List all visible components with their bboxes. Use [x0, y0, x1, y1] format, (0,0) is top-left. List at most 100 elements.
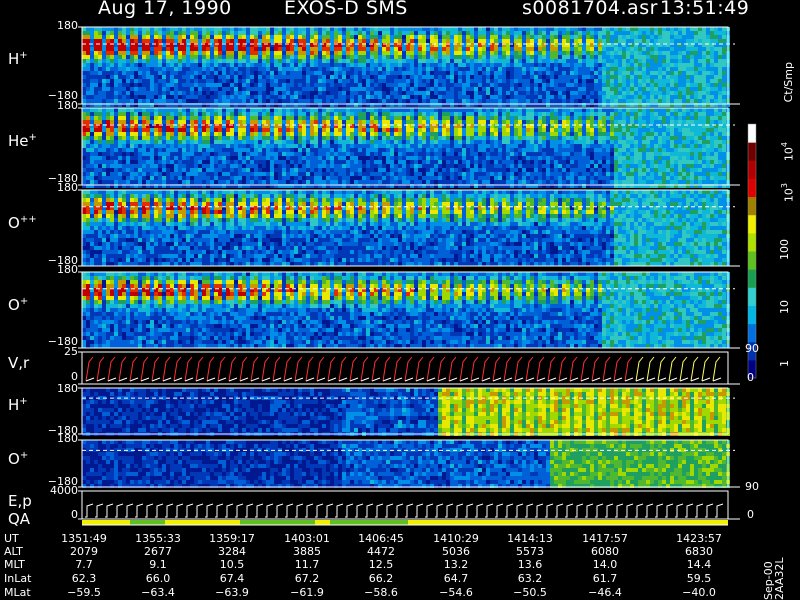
heatmap-h-plus-cell	[434, 39, 438, 43]
heatmap-he-plus-cell	[330, 116, 334, 120]
heatmap-h-plus-cell	[214, 35, 218, 39]
heatmap-h-plus-cell	[354, 27, 358, 31]
heatmap-he-plus-cell	[290, 176, 294, 180]
heatmap-he-plus-cell	[126, 132, 130, 136]
heatmap-h-plus-cell	[514, 31, 518, 35]
heatmap-he-plus-cell	[250, 116, 254, 120]
heatmap-he-plus-cell	[422, 116, 426, 120]
heatmap-h-plus-cell	[542, 75, 546, 79]
heatmap-he-plus-cell	[106, 132, 110, 136]
heatmap-h-plus-cell	[310, 47, 314, 51]
heatmap-he-plus-cell	[238, 128, 242, 132]
heatmap-h-plus-cell	[378, 39, 382, 43]
heatmap-h-plus-cell	[150, 35, 154, 39]
heatmap-h-plus-cell	[554, 47, 558, 51]
heatmap-h-plus-cell	[614, 47, 618, 51]
heatmap-he-plus-cell	[118, 132, 122, 136]
heatmap-he-plus-cell	[310, 160, 314, 164]
heatmap-h-plus-cell	[722, 75, 726, 79]
heatmap-h-plus-cell	[98, 67, 102, 71]
heatmap-he-plus-cell	[362, 116, 366, 120]
heatmap-h-plus-cell	[582, 83, 586, 87]
heatmap-h-plus-cell	[662, 27, 666, 31]
heatmap-he-plus-cell	[374, 108, 378, 112]
heatmap-h-plus-cell	[246, 47, 250, 51]
heatmap-h-plus-cell	[406, 59, 410, 63]
heatmap-he-plus-cell	[138, 116, 142, 120]
heatmap-h-plus-cell	[686, 47, 690, 51]
heatmap-h-plus-cell	[578, 39, 582, 43]
heatmap-h-plus-cell	[602, 67, 606, 71]
heatmap-h-plus-cell	[486, 83, 490, 87]
heatmap-h-plus-cell	[658, 27, 662, 31]
heatmap-he-plus-cell	[174, 112, 178, 116]
heatmap-h-plus-cell	[674, 87, 678, 91]
heatmap-h-plus-cell	[654, 59, 658, 63]
heatmap-h-plus-cell	[178, 39, 182, 43]
heatmap-he-plus-cell	[138, 156, 142, 160]
heatmap-h-plus-cell	[226, 59, 230, 63]
heatmap-he-plus-cell	[330, 108, 334, 112]
heatmap-h-plus-cell	[266, 71, 270, 75]
heatmap-h-plus-cell	[162, 91, 166, 95]
heatmap-h-plus-cell	[154, 39, 158, 43]
heatmap-he-plus-cell	[370, 176, 374, 180]
heatmap-h-plus-cell	[322, 87, 326, 91]
heatmap-h-plus-cell	[94, 95, 98, 99]
heatmap-h-plus-cell	[418, 99, 422, 103]
heatmap-he-plus-cell	[418, 172, 422, 176]
heatmap-h-plus-cell	[310, 87, 314, 91]
heatmap-he-plus-cell	[254, 160, 258, 164]
heatmap-h-plus-cell	[686, 59, 690, 63]
heatmap-he-plus-cell	[386, 148, 390, 152]
heatmap-he-plus-cell	[178, 172, 182, 176]
heatmap-h-plus-cell	[402, 35, 406, 39]
heatmap-h-plus-cell	[446, 47, 450, 51]
heatmap-he-plus-cell	[382, 128, 386, 132]
heatmap-he-plus-cell	[342, 172, 346, 176]
heatmap-h-plus-cell	[590, 51, 594, 55]
heatmap-he-plus-cell	[134, 148, 138, 152]
heatmap-h-plus-cell	[298, 63, 302, 67]
heatmap-he-plus-cell	[82, 140, 86, 144]
heatmap-he-plus-cell	[142, 164, 146, 168]
heatmap-he-plus-cell	[90, 120, 94, 124]
heatmap-h-plus-cell	[722, 31, 726, 35]
heatmap-he-plus-cell	[158, 120, 162, 124]
heatmap-h-plus-cell	[490, 35, 494, 39]
heatmap-h-plus-cell	[622, 83, 626, 87]
heatmap-h-plus-cell	[122, 79, 126, 83]
heatmap-h-plus-cell	[114, 31, 118, 35]
heatmap-h-plus-cell	[118, 27, 122, 31]
heatmap-h-plus-cell	[354, 99, 358, 103]
heatmap-he-plus-cell	[350, 132, 354, 136]
heatmap-he-plus-cell	[242, 112, 246, 116]
heatmap-h-plus-cell	[378, 47, 382, 51]
heatmap-he-plus-cell	[374, 140, 378, 144]
heatmap-h-plus-cell	[142, 91, 146, 95]
heatmap-he-plus-cell	[426, 112, 430, 116]
heatmap-he-plus-cell	[182, 180, 186, 184]
heatmap-h-plus-cell	[462, 39, 466, 43]
heatmap-h-plus-cell	[134, 91, 138, 95]
heatmap-h-plus-cell	[234, 31, 238, 35]
heatmap-h-plus-cell	[518, 39, 522, 43]
heatmap-h-plus-cell	[318, 87, 322, 91]
heatmap-h-plus-cell	[190, 95, 194, 99]
heatmap-he-plus-cell	[170, 136, 174, 140]
heatmap-he-plus-cell	[286, 132, 290, 136]
heatmap-he-plus-cell	[314, 144, 318, 148]
heatmap-h-plus-cell	[622, 63, 626, 67]
heatmap-h-plus-cell	[226, 87, 230, 91]
heatmap-h-plus-cell	[634, 99, 638, 103]
heatmap-h-plus-cell	[374, 91, 378, 95]
heatmap-h-plus-cell	[378, 51, 382, 55]
heatmap-h-plus-cell	[590, 47, 594, 51]
heatmap-he-plus-cell	[186, 180, 190, 184]
heatmap-h-plus-cell	[718, 47, 722, 51]
heatmap-he-plus-cell	[210, 180, 214, 184]
heatmap-h-plus-cell	[662, 79, 666, 83]
heatmap-h-plus-cell	[334, 75, 338, 79]
heatmap-h-plus-cell	[482, 27, 486, 31]
heatmap-h-plus-cell	[686, 95, 690, 99]
